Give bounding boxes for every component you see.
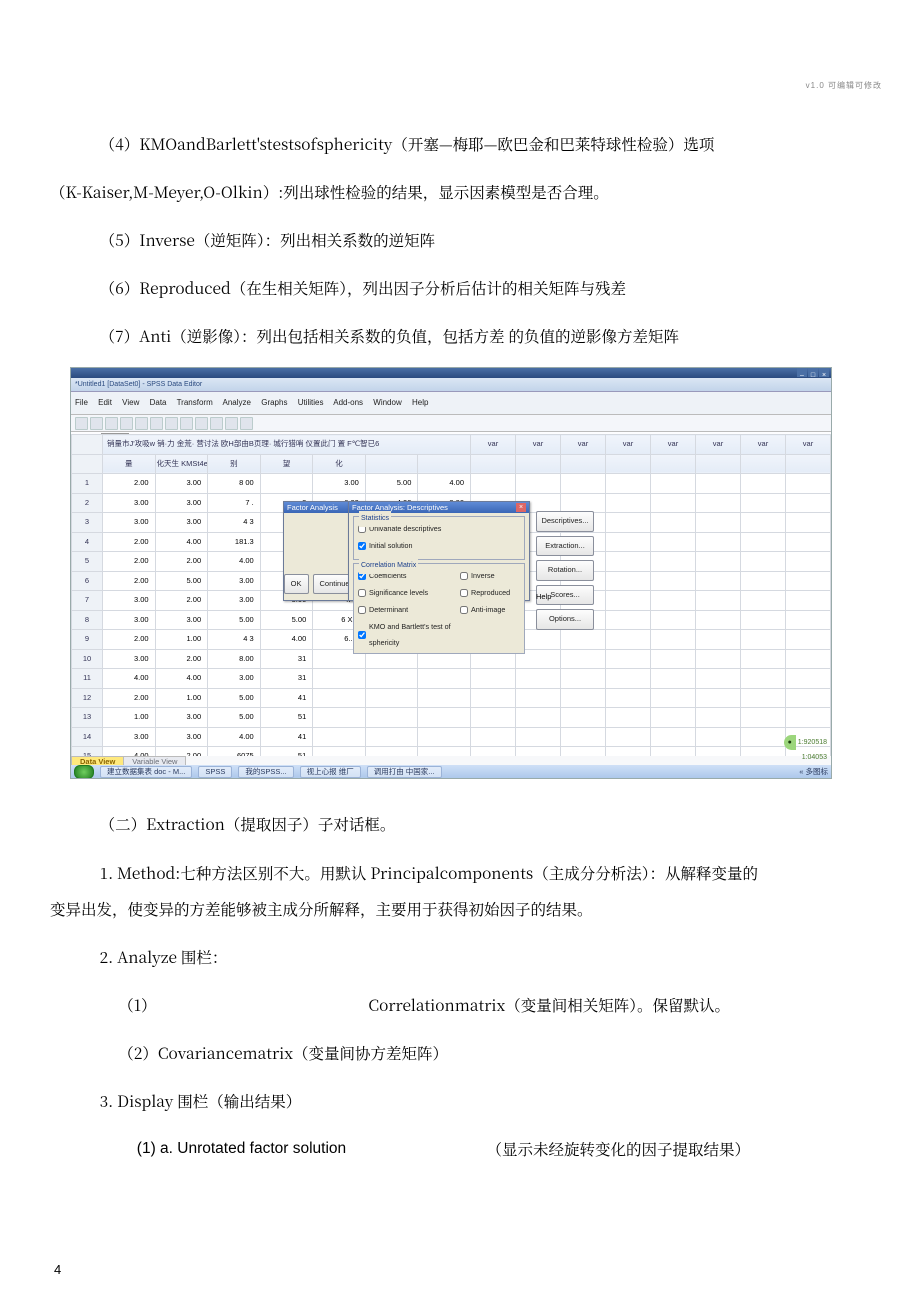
analyze-item-2: （2）Covariancematrix（变量间协方差矩阵） (50, 1036, 870, 1070)
rotation-button[interactable]: Rotation... (536, 560, 594, 581)
checkbox-icon[interactable] (358, 631, 366, 639)
section-2-heading: （二）Extraction（提取因子）子对话框。 (50, 807, 870, 841)
checkbox-icon[interactable] (460, 606, 468, 614)
toolbar-icon[interactable] (120, 417, 133, 430)
para-item-5: （5）Inverse（逆矩阵）：列出相关系数的逆矩阵 (50, 223, 870, 257)
checkbox-label: KMO and Bartlett's test of sphericity (369, 619, 454, 651)
kmo-checkbox[interactable]: KMO and Bartlett's test of sphericity (358, 619, 454, 651)
page-number: 4 (54, 1262, 61, 1277)
spss-menubar: File Edit View Data Transform Analyze Gr… (71, 392, 831, 415)
item-number: （1） (118, 988, 156, 1022)
toolbar-icon[interactable] (135, 417, 148, 430)
para-item-4b: （K-Kaiser,M-Meyer,O-Olkin）:列出球性检验的结果，显示因… (50, 175, 870, 209)
spss-toolbar (71, 415, 831, 432)
menu-window[interactable]: Window (373, 398, 401, 407)
factor-dialog-help-label[interactable]: Help (536, 589, 551, 606)
checkbox-icon[interactable] (358, 542, 366, 550)
checkbox-icon[interactable] (460, 589, 468, 597)
ok-button[interactable]: OK (284, 574, 309, 595)
method-para-a: 1. Method:七种方法区别不大。用默认 Principalcomponen… (50, 856, 870, 890)
checkbox-label: Initial solution (369, 538, 413, 554)
menu-transform[interactable]: Transform (177, 398, 213, 407)
reproduced-checkbox[interactable]: Reproduced (460, 585, 520, 601)
toolbar-icon[interactable] (180, 417, 193, 430)
close-icon[interactable]: × (516, 503, 526, 512)
processor-ready-badge: ● (784, 735, 796, 750)
group-legend: Statistics (359, 511, 391, 526)
menu-addons[interactable]: Add-ons (333, 398, 363, 407)
display-item-1: (1) a. Unrotated factor solution （显示未经旋转… (50, 1132, 870, 1166)
item-left: (1) a. Unrotated factor solution (137, 1132, 346, 1166)
toolbar-icon[interactable] (225, 417, 238, 430)
statistics-group: Statistics Univariate descriptives Initi… (353, 516, 525, 560)
para-item-6: （6）Reproduced（在生相关矩阵），列出因子分析后估计的相关矩阵与残差 (50, 271, 870, 305)
start-button-icon[interactable] (74, 765, 94, 779)
minimize-icon[interactable]: – (797, 368, 807, 377)
checkbox-label: Significance levels (369, 585, 428, 601)
para-item-4a: （4）KMOandBarlett'stestsofsphericity（开塞—梅… (50, 127, 870, 161)
options-button[interactable]: Options... (536, 609, 594, 630)
taskbar-item[interactable]: SPSS (198, 766, 232, 778)
method-line-1: 1. Method:七种方法区别不大。用默认 Principalcomponen… (100, 862, 758, 884)
anti-image-checkbox[interactable]: Anti-image (460, 602, 520, 618)
correlation-matrix-group: Correlation Matrix Coefficients Signific… (353, 563, 525, 654)
menu-view[interactable]: View (122, 398, 139, 407)
analyze-heading: 2. Analyze 围栏： (50, 940, 870, 974)
checkbox-label: Reproduced (471, 585, 510, 601)
embedded-spss-screenshot: – □ × *Untitled1 [DataSet0] - SPSS Data … (70, 367, 832, 779)
menu-analyze[interactable]: Analyze (223, 398, 251, 407)
taskbar-item[interactable]: 建立数据集表 doc - M... (100, 766, 192, 778)
window-controls: – □ × (797, 368, 829, 377)
menu-file[interactable]: File (75, 398, 88, 407)
toolbar-icon[interactable] (105, 417, 118, 430)
extraction-button[interactable]: Extraction... (536, 536, 594, 557)
taskbar-item[interactable]: 视上心报 维厂 (300, 766, 361, 778)
spss-window-title: *Untitled1 [DataSet0] - SPSS Data Editor (75, 377, 202, 392)
toolbar-icon[interactable] (240, 417, 253, 430)
toolbar-icon[interactable] (195, 417, 208, 430)
analyze-item-1: （1） Correlationmatrix（变量间相关矩阵）。保留默认。 (50, 988, 870, 1022)
factor-descriptives-dialog[interactable]: Factor Analysis: Descriptives × Statisti… (348, 501, 530, 601)
para-item-7: （7）Anti（逆影像）：列出包括相关系数的负值，包括方差 的负值的逆影像方差矩… (50, 319, 870, 353)
checkbox-label: Inverse (471, 568, 495, 584)
toolbar-icon[interactable] (75, 417, 88, 430)
factor-dialog-side-buttons: Descriptives... Extraction... Rotation..… (536, 511, 594, 630)
checkbox-icon[interactable] (358, 589, 366, 597)
processor-status: ● 1:920518 1:04053 (779, 735, 827, 766)
significance-checkbox[interactable]: Significance levels (358, 585, 454, 601)
toolbar-icon[interactable] (90, 417, 103, 430)
determinant-checkbox[interactable]: Determinant (358, 602, 454, 618)
menu-edit[interactable]: Edit (98, 398, 112, 407)
method-para-b: 变异出发，使变异的方差能够被主成分所解释，主要用于获得初始因子的结果。 (50, 892, 870, 926)
taskbar-item[interactable]: 调用打由 中国家... (367, 766, 442, 778)
processor-text: 1:920518 1:04053 (798, 739, 827, 761)
menu-utilities[interactable]: Utilities (298, 398, 324, 407)
windows-taskbar: 建立数据集表 doc - M... SPSS 我的SPSS... 视上心报 维厂… (71, 765, 831, 779)
item-right: （显示未经旋转变化的因子提取结果） (486, 1132, 870, 1166)
toolbar-icon[interactable] (165, 417, 178, 430)
toolbar-icon[interactable] (150, 417, 163, 430)
maximize-icon[interactable]: □ (808, 368, 818, 377)
checkbox-label: Determinant (369, 602, 408, 618)
menu-help[interactable]: Help (412, 398, 428, 407)
display-heading: 3. Display 围栏（输出结果） (50, 1084, 870, 1118)
descriptives-button[interactable]: Descriptives... (536, 511, 594, 532)
inverse-checkbox[interactable]: Inverse (460, 568, 520, 584)
checkbox-label: Anti-image (471, 602, 505, 618)
document-body: （4）KMOandBarlett'stestsofsphericity（开塞—梅… (50, 127, 870, 1180)
header-version-note: v1.0 可编辑可修改 (806, 80, 882, 91)
menu-graphs[interactable]: Graphs (261, 398, 287, 407)
close-icon[interactable]: × (819, 368, 829, 377)
checkbox-icon[interactable] (460, 572, 468, 580)
item-text: Correlationmatrix（变量间相关矩阵）。保留默认。 (368, 988, 870, 1022)
spss-window-titlebar: *Untitled1 [DataSet0] - SPSS Data Editor (71, 378, 831, 392)
group-legend: Correlation Matrix (359, 558, 418, 573)
initial-solution-checkbox[interactable]: Initial solution (358, 538, 520, 554)
tray-area[interactable]: « 多图标 (799, 764, 828, 779)
menu-data[interactable]: Data (150, 398, 167, 407)
dialog-title-text: Factor Analysis (287, 500, 338, 517)
taskbar-item[interactable]: 我的SPSS... (238, 766, 293, 778)
toolbar-icon[interactable] (210, 417, 223, 430)
checkbox-icon[interactable] (358, 606, 366, 614)
